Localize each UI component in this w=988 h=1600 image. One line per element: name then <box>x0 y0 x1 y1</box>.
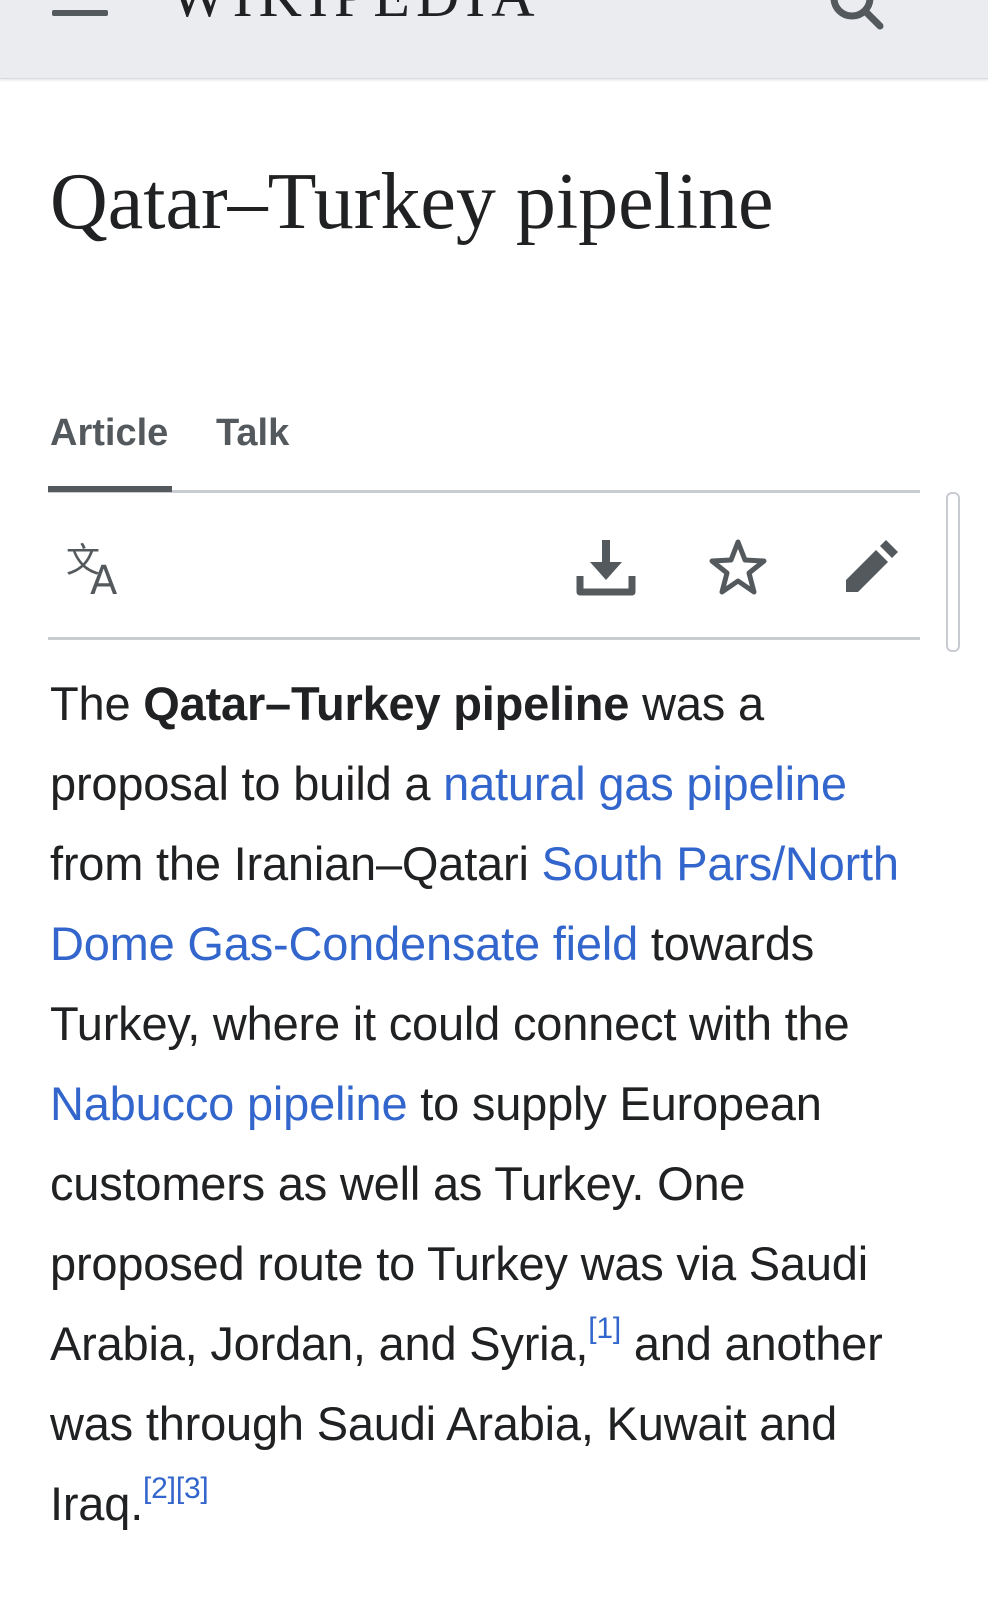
reference-link[interactable]: [1] <box>588 1312 621 1345</box>
download-icon[interactable] <box>574 536 638 600</box>
hamburger-menu-icon[interactable] <box>52 10 108 16</box>
scrollbar[interactable] <box>946 492 960 652</box>
pencil-icon[interactable] <box>838 536 902 600</box>
reference-link[interactable]: [2] <box>143 1472 176 1505</box>
lead-text: from the Iranian–Qatari <box>50 837 542 890</box>
header-bar: Wikipedia <box>0 0 988 79</box>
reference-2[interactable]: [2] <box>143 1472 176 1505</box>
tabs-divider <box>48 490 920 493</box>
svg-text:A: A <box>90 558 118 600</box>
active-tab-indicator <box>48 486 172 492</box>
reference-link[interactable]: [3] <box>176 1472 209 1505</box>
actions-divider <box>48 637 920 640</box>
link-nabucco-pipeline[interactable]: Nabucco pipeline <box>50 1077 408 1130</box>
lead-bold-title: Qatar–Turkey pipeline <box>143 677 630 730</box>
tab-talk[interactable]: Talk <box>216 412 289 455</box>
wikipedia-wordmark[interactable]: Wikipedia <box>170 0 541 31</box>
lead-paragraph: The Qatar–Turkey pipeline was a proposal… <box>50 664 930 1544</box>
page-title: Qatar–Turkey pipeline <box>50 158 774 246</box>
star-icon[interactable] <box>706 536 770 600</box>
language-icon[interactable]: 文 A <box>64 536 128 600</box>
lead-text: The <box>50 677 144 730</box>
search-icon[interactable] <box>826 0 886 32</box>
reference-1[interactable]: [1] <box>588 1312 621 1345</box>
tab-article[interactable]: Article <box>50 412 168 455</box>
link-natural-gas-pipeline[interactable]: natural gas pipeline <box>443 757 847 810</box>
reference-3[interactable]: [3] <box>176 1472 209 1505</box>
